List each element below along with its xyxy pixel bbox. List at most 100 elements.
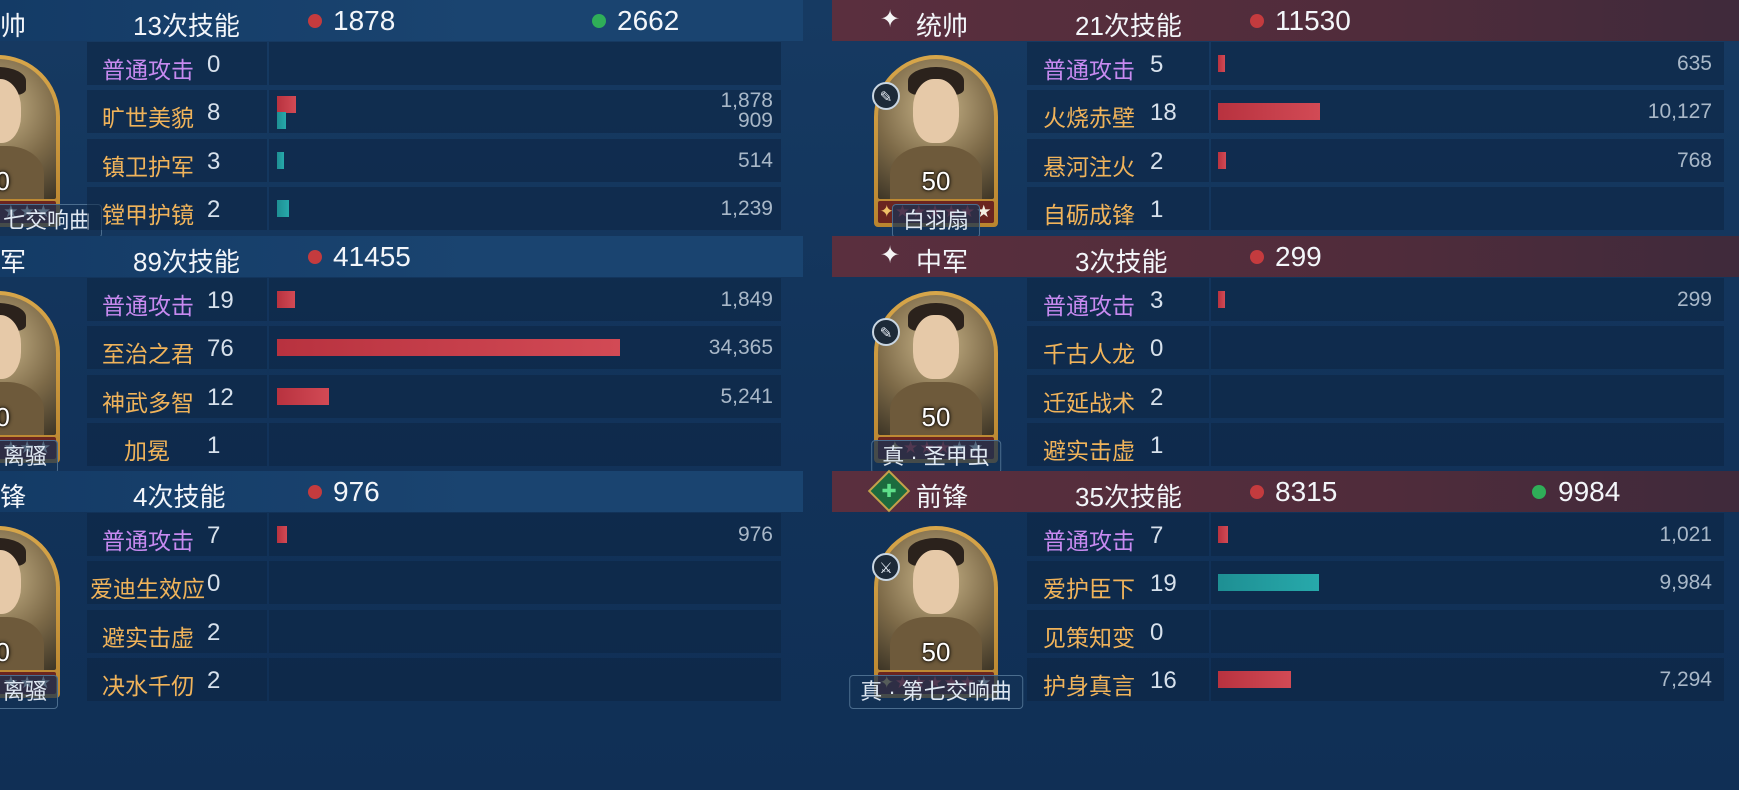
damage-bar bbox=[277, 388, 330, 405]
role-section: ✦统帅21次技能1153050✦★★★★★★✎白羽扇普通攻击5635火烧赤壁18… bbox=[832, 0, 1739, 262]
cast-count: 2 bbox=[1150, 148, 1164, 175]
skill-name: 悬河注火 bbox=[1043, 154, 1135, 180]
skill-name: 神武多智 bbox=[102, 390, 194, 416]
damage-dot-icon bbox=[308, 250, 322, 264]
bar-cell bbox=[269, 658, 781, 701]
role-section: ✦中军3次技能29950✦★★★★★✎真 · 圣甲虫普通攻击3299千古人龙0迁… bbox=[832, 236, 1739, 498]
skill-count: 3次技能 bbox=[1075, 247, 1168, 277]
bar-cell bbox=[1211, 278, 1724, 321]
skill-row: 镗甲护镜 2 1,239 bbox=[0, 184, 803, 233]
cast-count: 1 bbox=[207, 432, 221, 459]
skill-row: 普通攻击 19 1,849 bbox=[0, 275, 803, 324]
bar-cell bbox=[269, 187, 781, 230]
cast-count: 5 bbox=[1150, 51, 1164, 78]
skill-name: 镗甲护镜 bbox=[102, 202, 194, 228]
cast-count: 12 bbox=[207, 384, 234, 411]
skill-name: 普通攻击 bbox=[1043, 57, 1135, 83]
skill-value: 514 bbox=[737, 149, 773, 172]
skill-name: 千古人龙 bbox=[1043, 341, 1135, 367]
damage-bar bbox=[1218, 526, 1229, 543]
cast-count: 2 bbox=[207, 619, 221, 646]
skill-value: 5,241 bbox=[720, 385, 773, 408]
section-header: ✦ 中军 3次技能 299 bbox=[832, 236, 1739, 277]
bar-cell bbox=[269, 42, 781, 85]
skill-name: 见策知变 bbox=[1043, 625, 1135, 651]
bar-cell bbox=[1211, 423, 1724, 466]
bar-cell bbox=[269, 561, 781, 604]
skill-name: 决水千仞 bbox=[102, 673, 194, 699]
cast-count: 19 bbox=[207, 287, 234, 314]
skill-value: 10,127 bbox=[1647, 100, 1712, 123]
skill-row: 千古人龙 0 bbox=[832, 323, 1739, 372]
damage-bar bbox=[277, 339, 620, 356]
damage-total: 976 bbox=[333, 476, 380, 507]
skill-count: 89次技能 bbox=[133, 247, 240, 277]
cast-count: 2 bbox=[207, 667, 221, 694]
damage-bar bbox=[1218, 671, 1292, 688]
cast-count: 2 bbox=[1150, 384, 1164, 411]
skill-value: 9,984 bbox=[1659, 571, 1712, 594]
skill-row: 普通攻击 0 bbox=[0, 39, 803, 88]
damage-total: 41455 bbox=[333, 241, 411, 272]
bar-cell bbox=[1211, 375, 1724, 418]
bar-cell bbox=[1211, 610, 1724, 653]
skill-row: 决水千仞 2 bbox=[0, 655, 803, 704]
damage-dot-icon bbox=[1250, 485, 1264, 499]
skill-name: 爱迪生效应 bbox=[90, 576, 205, 602]
skill-name: 普通攻击 bbox=[1043, 293, 1135, 319]
cast-count: 2 bbox=[207, 196, 221, 223]
skill-value: 1,021 bbox=[1659, 523, 1712, 546]
skill-row: 普通攻击 5 635 bbox=[832, 39, 1739, 88]
skill-row: 至治之君 76 34,365 bbox=[0, 323, 803, 372]
right-team-panel: ✦统帅21次技能1153050✦★★★★★★✎白羽扇普通攻击5635火烧赤壁18… bbox=[832, 0, 1739, 790]
cast-count: 1 bbox=[1150, 196, 1164, 223]
skill-row: 避实击虚 2 bbox=[0, 607, 803, 656]
skill-name: 普通攻击 bbox=[102, 293, 194, 319]
skill-value: 299 bbox=[1676, 288, 1712, 311]
role-section: 锋4次技能9760★★★离骚普通攻击7976爱迪生效应0避实击虚2决水千仞2 bbox=[0, 471, 803, 733]
heal-dot-icon bbox=[592, 14, 606, 28]
skill-row: 火烧赤壁 18 10,127 bbox=[832, 87, 1739, 136]
skill-count: 13次技能 bbox=[133, 11, 240, 41]
bar-cell bbox=[269, 139, 781, 182]
cast-count: 0 bbox=[207, 570, 221, 597]
skill-value: 1,239 bbox=[720, 197, 773, 220]
role-name: 军 bbox=[0, 247, 27, 277]
skill-row: 普通攻击 3 299 bbox=[832, 275, 1739, 324]
role-name: 锋 bbox=[0, 482, 27, 512]
skill-value: 7,294 bbox=[1659, 668, 1712, 691]
damage-bar bbox=[1218, 103, 1320, 120]
heal-total: 9984 bbox=[1558, 476, 1621, 507]
skill-row: 加冕 1 bbox=[0, 420, 803, 469]
damage-bar bbox=[1218, 291, 1225, 308]
damage-bar bbox=[1218, 55, 1225, 72]
heart-plus-icon: ✚ bbox=[867, 469, 911, 513]
skill-name: 普通攻击 bbox=[102, 528, 194, 554]
role-name: 统帅 bbox=[916, 11, 969, 41]
skill-name: 火烧赤壁 bbox=[1043, 105, 1135, 131]
role-name: 中军 bbox=[916, 247, 969, 277]
skill-row: 护身真言 16 7,294 bbox=[832, 655, 1739, 704]
section-header: 军 89次技能 41455 bbox=[0, 236, 803, 277]
skill-row: 迁延战术 2 bbox=[832, 372, 1739, 421]
damage-bar bbox=[277, 291, 296, 308]
skill-row: 爱迪生效应 0 bbox=[0, 558, 803, 607]
skill-name: 旷世美貌 bbox=[102, 105, 194, 131]
skill-name: 加冕 bbox=[124, 438, 170, 464]
skill-value-secondary: 909 bbox=[737, 109, 773, 132]
skill-row: 避实击虚 1 bbox=[832, 420, 1739, 469]
damage-total: 1878 bbox=[333, 5, 396, 36]
role-section: 帅13次技能187826620★★★七交响曲普通攻击0旷世美貌81,878909… bbox=[0, 0, 803, 262]
skill-name: 镇卫护军 bbox=[102, 154, 194, 180]
damage-bar bbox=[277, 526, 287, 543]
bar-cell bbox=[269, 423, 781, 466]
skill-count: 35次技能 bbox=[1075, 482, 1182, 512]
damage-dot-icon bbox=[308, 14, 322, 28]
heal-bar bbox=[277, 112, 287, 129]
skill-value: 768 bbox=[1676, 149, 1712, 172]
cast-count: 7 bbox=[1150, 522, 1164, 549]
bar-cell bbox=[269, 513, 781, 556]
skill-row: 神武多智 12 5,241 bbox=[0, 372, 803, 421]
damage-bar bbox=[1218, 152, 1226, 169]
cast-count: 19 bbox=[1150, 570, 1177, 597]
